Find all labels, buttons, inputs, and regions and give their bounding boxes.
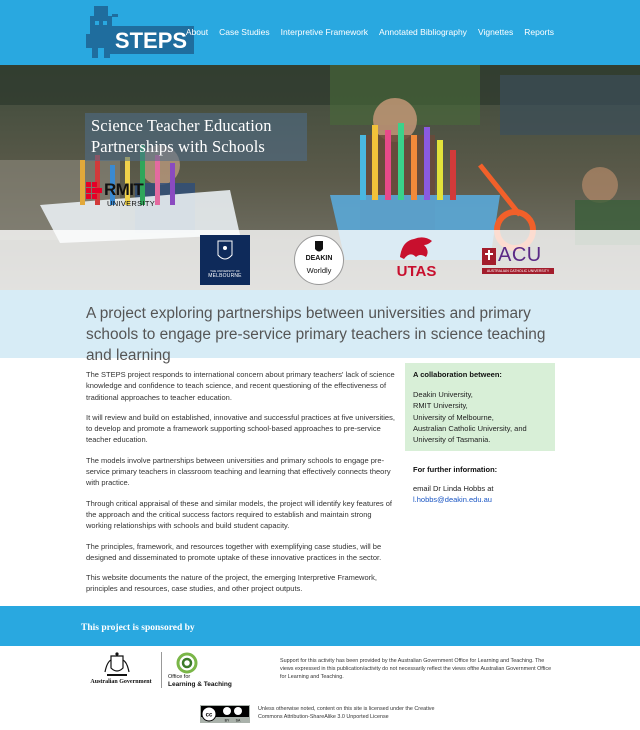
nav-annotated-bibliography[interactable]: Annotated Bibliography [379,27,467,37]
acu-shield-icon [482,248,496,265]
coat-of-arms-icon [104,652,130,676]
body-paragraph: The models involve partnerships between … [86,455,391,488]
gov-name: Australian Government [90,679,152,685]
deakin-logo[interactable]: DEAKIN Worldly [294,235,344,285]
license-notice: Unless otherwise noted, content on this … [258,705,458,721]
acu-sub: AUSTRALIAN CATHOLIC UNIVERSITY [486,269,550,273]
tagline-text: A project exploring partnerships between… [86,305,546,364]
main-content: The STEPS project responds to internatio… [86,369,398,604]
melbourne-logo[interactable]: THE UNIVERSITY OF MELBOURNE [200,235,250,285]
rmit-name: RMIT [104,180,144,199]
hero-title-line1: Science Teacher Education [91,116,272,135]
nav-about[interactable]: About [186,27,208,37]
nav-reports[interactable]: Reports [524,27,554,37]
sponsor-heading: This project is sponsored by [81,623,195,633]
support-text: Support for this activity has been provi… [280,658,552,680]
olt-mark-icon [176,652,198,674]
main-nav: About Case Studies Interpretive Framewor… [175,27,554,37]
contact-info: For further information: email Dr Linda … [413,465,553,506]
collaborator: RMIT University, [413,401,468,411]
svg-text:SA: SA [236,719,241,723]
creative-commons-badge-icon[interactable]: cc BY SA [200,705,250,723]
olt-line1: Office for [168,674,191,680]
utas-name: UTAS [396,263,437,280]
svg-text:cc: cc [206,713,213,719]
utas-logo[interactable]: UTAS [394,233,439,285]
collaborator: University of Melbourne, [413,412,494,422]
contact-line: email Dr Linda Hobbs at [413,484,494,493]
site-header: STEPS About Case Studies Interpretive Fr… [0,0,640,65]
melbourne-crest-icon [217,240,233,260]
nav-interpretive-framework[interactable]: Interpretive Framework [281,27,368,37]
support-statement: Support for this activity has been provi… [280,657,555,681]
contact-heading: For further information: [413,465,498,474]
logo-divider [161,652,162,688]
body-paragraph: Through critical appraisal of these and … [86,498,392,531]
rmit-pixel-icon [86,182,102,199]
australian-government-logo[interactable]: Australian Government [86,650,156,690]
rmit-sub: UNIVERSITY [107,199,156,208]
deakin-name: DEAKIN [305,255,333,262]
contact-email-link[interactable]: l.hobbs@deakin.edu.au [413,494,553,505]
sponsor-band: This project is sponsored by [0,606,640,646]
utas-lion-icon [400,237,432,259]
tagline-band: A project exploring partnerships between… [0,290,640,364]
hero-title: Science Teacher Education Partnerships w… [85,113,307,161]
nav-case-studies[interactable]: Case Studies [219,27,270,37]
deakin-tagline: Worldly [306,266,332,275]
collaborator: Australian Catholic University, and [413,423,527,433]
collaboration-heading: A collaboration between: [413,370,502,379]
collaborator: Deakin University, [413,390,473,399]
collaboration-box: A collaboration between: Deakin Universi… [405,363,555,451]
olt-line2: Learning & Teaching [168,681,232,688]
hero-title-line2: Partnerships with Schools [91,137,265,156]
acu-logo[interactable]: ACU AUSTRALIAN CATHOLIC UNIVERSITY [482,244,554,278]
body-paragraph: The principles, framework, and resources… [86,541,382,562]
acu-name: ACU [498,244,542,266]
body-paragraph: This website documents the nature of the… [86,573,377,594]
melbourne-name: MELBOURNE [208,273,242,279]
nav-vignettes[interactable]: Vignettes [478,27,513,37]
olt-logo[interactable]: Office for Learning & Teaching [168,652,240,688]
body-paragraph: It will review and build on established,… [86,412,395,445]
collaborator: University of Tasmania. [413,435,491,445]
body-paragraph: The STEPS project responds to internatio… [86,370,395,402]
svg-text:BY: BY [225,719,230,723]
license-text: Unless otherwise noted, content on this … [258,706,435,720]
